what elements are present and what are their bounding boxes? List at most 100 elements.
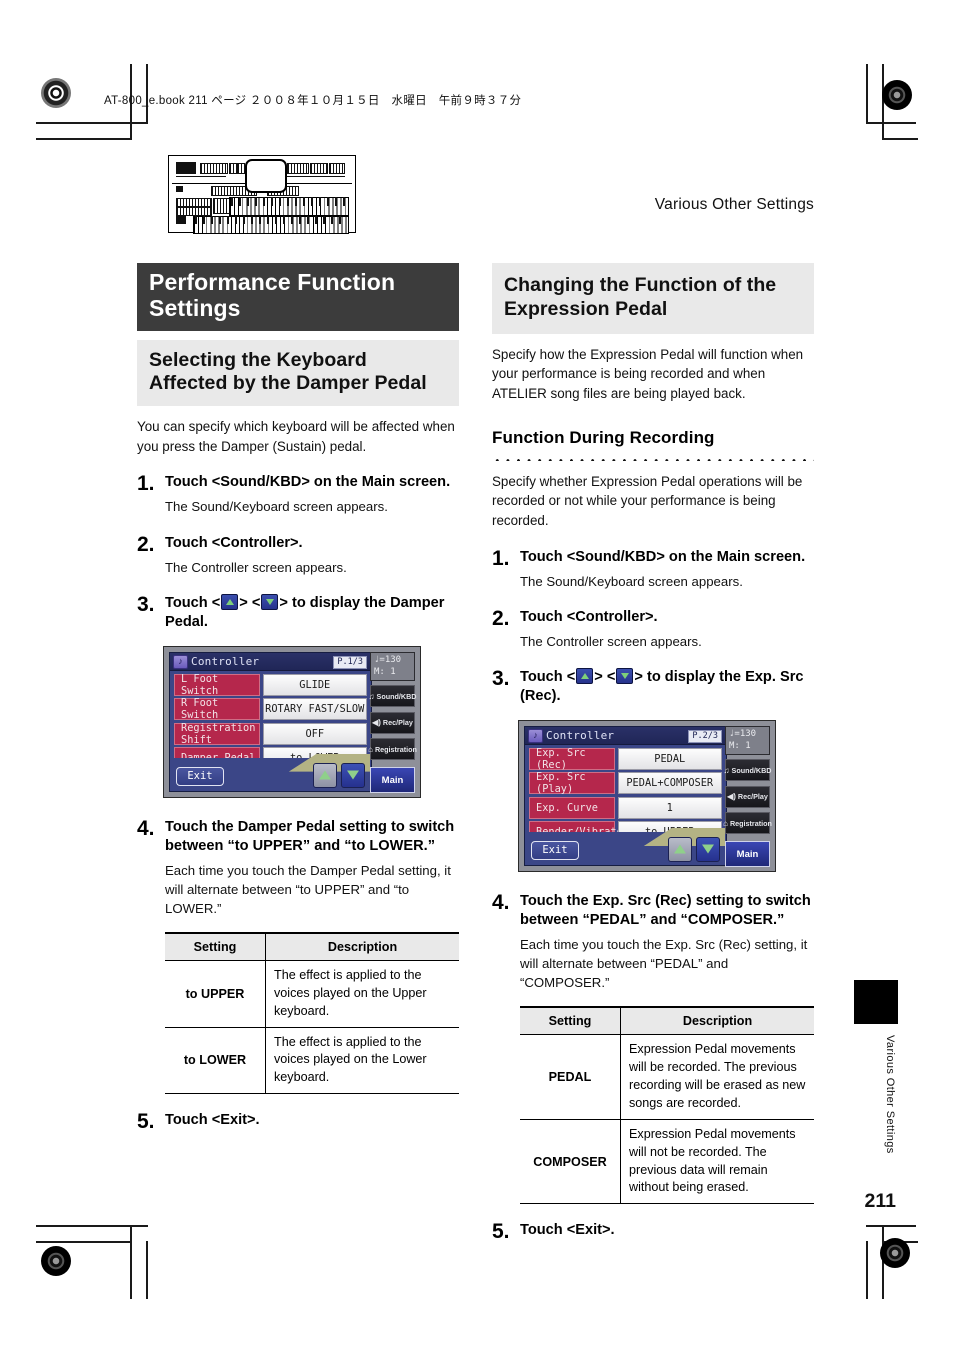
lcd-page-up-button[interactable] — [313, 762, 337, 788]
table-header-setting: Setting — [520, 1006, 621, 1036]
lcd-exit-button[interactable]: Exit — [176, 766, 224, 786]
lcd-row-value[interactable]: PEDAL — [617, 747, 722, 770]
speaker-icon: ◀) — [372, 718, 381, 728]
table-row: to LOWER The effect is applied to the vo… — [165, 1027, 459, 1095]
section-intro-text: Specify how the Expression Pedal will fu… — [492, 346, 804, 401]
step-title: Touch <Exit>. — [520, 1222, 615, 1239]
side-button-rec-play[interactable]: ◀) Rec/Play — [370, 711, 415, 734]
registration-cross-right-middle — [874, 660, 908, 694]
side-button-label: Sound/KBD — [731, 765, 772, 775]
lcd-row[interactable]: Exp. Src (Rec) PEDAL — [529, 747, 722, 771]
side-button-main[interactable]: Main — [370, 767, 415, 794]
registration-cross-bottom-right — [830, 1231, 864, 1265]
step-number: 1. — [492, 546, 510, 570]
step-number: 5. — [492, 1220, 510, 1244]
right-column: Changing the Function of the Expression … — [492, 263, 814, 1242]
table-row: PEDAL Expression Pedal movements will be… — [520, 1034, 814, 1120]
step-description: The Sound/Keyboard screen appears. — [165, 499, 388, 515]
lcd-screenshot-controller-page2: ♪ Controller P.2/3 Exp. Src (Rec) PEDAL … — [518, 719, 776, 872]
table-cell-setting: to LOWER — [165, 1027, 266, 1095]
step-description: The Controller screen appears. — [520, 633, 702, 649]
table-cell-setting: COMPOSER — [520, 1119, 621, 1205]
lcd-row[interactable]: L Foot Switch GLIDE — [174, 673, 367, 697]
lcd-row-label: Registration Shift — [174, 722, 260, 746]
step-title: Touch the Damper Pedal setting to switch… — [165, 818, 455, 854]
lcd-side-panel: ♩=130 M: 1 ♫ Sound/KBD ◀) Rec/Play ⌂ Regist… — [723, 725, 772, 868]
side-button-label: Sound/KBD — [376, 691, 417, 701]
side-button-registration[interactable]: ⌂ Registration — [368, 738, 417, 761]
controller-note-icon: ♪ — [173, 654, 188, 669]
lcd-row-label: Exp. Src (Rec) — [529, 747, 615, 771]
registration-halftone-dot-bottom-left — [41, 1246, 71, 1276]
side-button-rec-play[interactable]: ◀) Rec/Play — [725, 785, 770, 808]
side-button-sound-kbd[interactable]: ♫ Sound/KBD — [724, 759, 772, 782]
side-button-registration[interactable]: ⌂ Registration — [723, 812, 772, 835]
lcd-row-label: R Foot Switch — [174, 697, 260, 721]
step-title: Touch <Controller>. — [165, 534, 303, 551]
lcd-row-value[interactable]: GLIDE — [262, 673, 367, 696]
lcd-row-value[interactable]: ROTARY FAST/SLOW — [262, 698, 367, 721]
table-cell-description: The effect is applied to the voices play… — [265, 960, 459, 1028]
lcd-row-value[interactable]: PEDAL+COMPOSER — [617, 772, 722, 795]
lcd-page-down-button[interactable] — [696, 836, 720, 862]
step-title: Touch <Controller>. — [520, 608, 658, 625]
lcd-row-label: L Foot Switch — [174, 673, 260, 697]
lcd-row[interactable]: Registration Shift OFF — [174, 722, 367, 746]
measure-value: M: 1 — [374, 666, 396, 677]
side-button-label: Registration — [374, 744, 417, 754]
lcd-side-panel: ♩=130 M: 1 ♫ Sound/KBD ◀) Rec/Play ⌂ Regist… — [368, 651, 417, 794]
table-row: COMPOSER Expression Pedal movements will… — [520, 1119, 814, 1205]
tempo-value: ♩=130 — [729, 728, 757, 739]
up-arrow-icon — [576, 668, 594, 684]
step-2-left: 2. Touch <Controller>. The Controller sc… — [137, 534, 459, 577]
step-4-right: 4. Touch the Exp. Src (Rec) setting to s… — [492, 892, 814, 1205]
table-cell-setting: to UPPER — [165, 960, 266, 1028]
lcd-row-value[interactable]: OFF — [262, 722, 367, 745]
subsection-intro-text: Specify whether Expression Pedal operati… — [492, 473, 803, 529]
organ-icon: ⌂ — [723, 818, 728, 828]
lcd-row-value[interactable]: 1 — [617, 796, 722, 819]
left-column: Performance Function Settings Selecting … — [137, 263, 459, 1132]
lcd-title-text: Controller — [191, 654, 260, 668]
step-title: Touch < > < > to display the Exp. Src (Rec… — [520, 668, 814, 706]
lcd-page-badge: P.1/3 — [333, 655, 367, 669]
registration-cross-center-bottom — [462, 1231, 496, 1265]
lcd-row[interactable]: R Foot Switch ROTARY FAST/SLOW — [174, 697, 367, 721]
table-row: to UPPER The effect is applied to the vo… — [165, 960, 459, 1028]
lcd-display: ♪ Controller P.2/3 Exp. Src (Rec) PEDAL … — [524, 725, 727, 866]
step-title: Touch <Exit>. — [165, 1112, 260, 1129]
lcd-page-up-button[interactable] — [668, 836, 692, 862]
chapter-thumb-tab — [854, 980, 898, 1024]
section-heading-expression-pedal: Changing the Function of the Expression … — [492, 263, 814, 334]
step-title: Touch < > < > to display the Damper Pedal. — [165, 593, 459, 632]
registration-halftone-dot-top-left — [41, 78, 71, 108]
lcd-row-label: Exp. Src (Play) — [529, 771, 615, 795]
lcd-page-down-button[interactable] — [341, 762, 365, 788]
exp-src-rec-settings-table: Setting Description PEDAL Expression Ped… — [520, 1006, 814, 1205]
subsection-heading-function-during-recording: Function During Recording — [492, 427, 715, 447]
step-2-right: 2. Touch <Controller>. The Controller sc… — [492, 608, 814, 651]
side-button-sound-kbd[interactable]: ♫ Sound/KBD — [369, 685, 417, 708]
lcd-exit-button[interactable]: Exit — [531, 840, 579, 860]
side-button-label: Rec/Play — [737, 792, 768, 802]
up-arrow-icon — [221, 593, 239, 610]
table-header-row: Setting Description — [520, 1006, 814, 1036]
step-4-left: 4. Touch the Damper Pedal setting to swi… — [137, 818, 459, 1095]
section-heading-damper-pedal: Selecting the Keyboard Affected by the D… — [137, 339, 459, 407]
damper-pedal-settings-table: Setting Description to UPPER The effect … — [165, 932, 459, 1095]
lcd-page-badge: P.2/3 — [688, 729, 722, 743]
lcd-row[interactable]: Exp. Src (Play) PEDAL+COMPOSER — [529, 771, 722, 795]
step-3-left: 3. Touch < > < > to display the Damper Ped… — [137, 593, 459, 632]
step-title: Touch <Sound/KBD> on the Main screen. — [165, 474, 451, 491]
registration-cross-top-left-inner — [53, 153, 87, 187]
side-button-main[interactable]: Main — [725, 841, 770, 868]
table-header-description: Description — [265, 932, 459, 961]
step-number: 3. — [492, 667, 510, 690]
manual-page: AT-800_e.book 211 ページ ２００８年１０月１５日 水曜日 午前… — [0, 0, 954, 1351]
lcd-row[interactable]: Exp. Curve 1 — [529, 796, 722, 819]
tempo-value: ♩=130 — [374, 654, 402, 665]
step-title-part-a: Touch < — [165, 594, 221, 611]
registration-cross-top-right — [873, 124, 907, 158]
lcd-bottom-bar: Exit — [170, 753, 371, 791]
controller-note-icon: ♪ — [528, 729, 543, 744]
